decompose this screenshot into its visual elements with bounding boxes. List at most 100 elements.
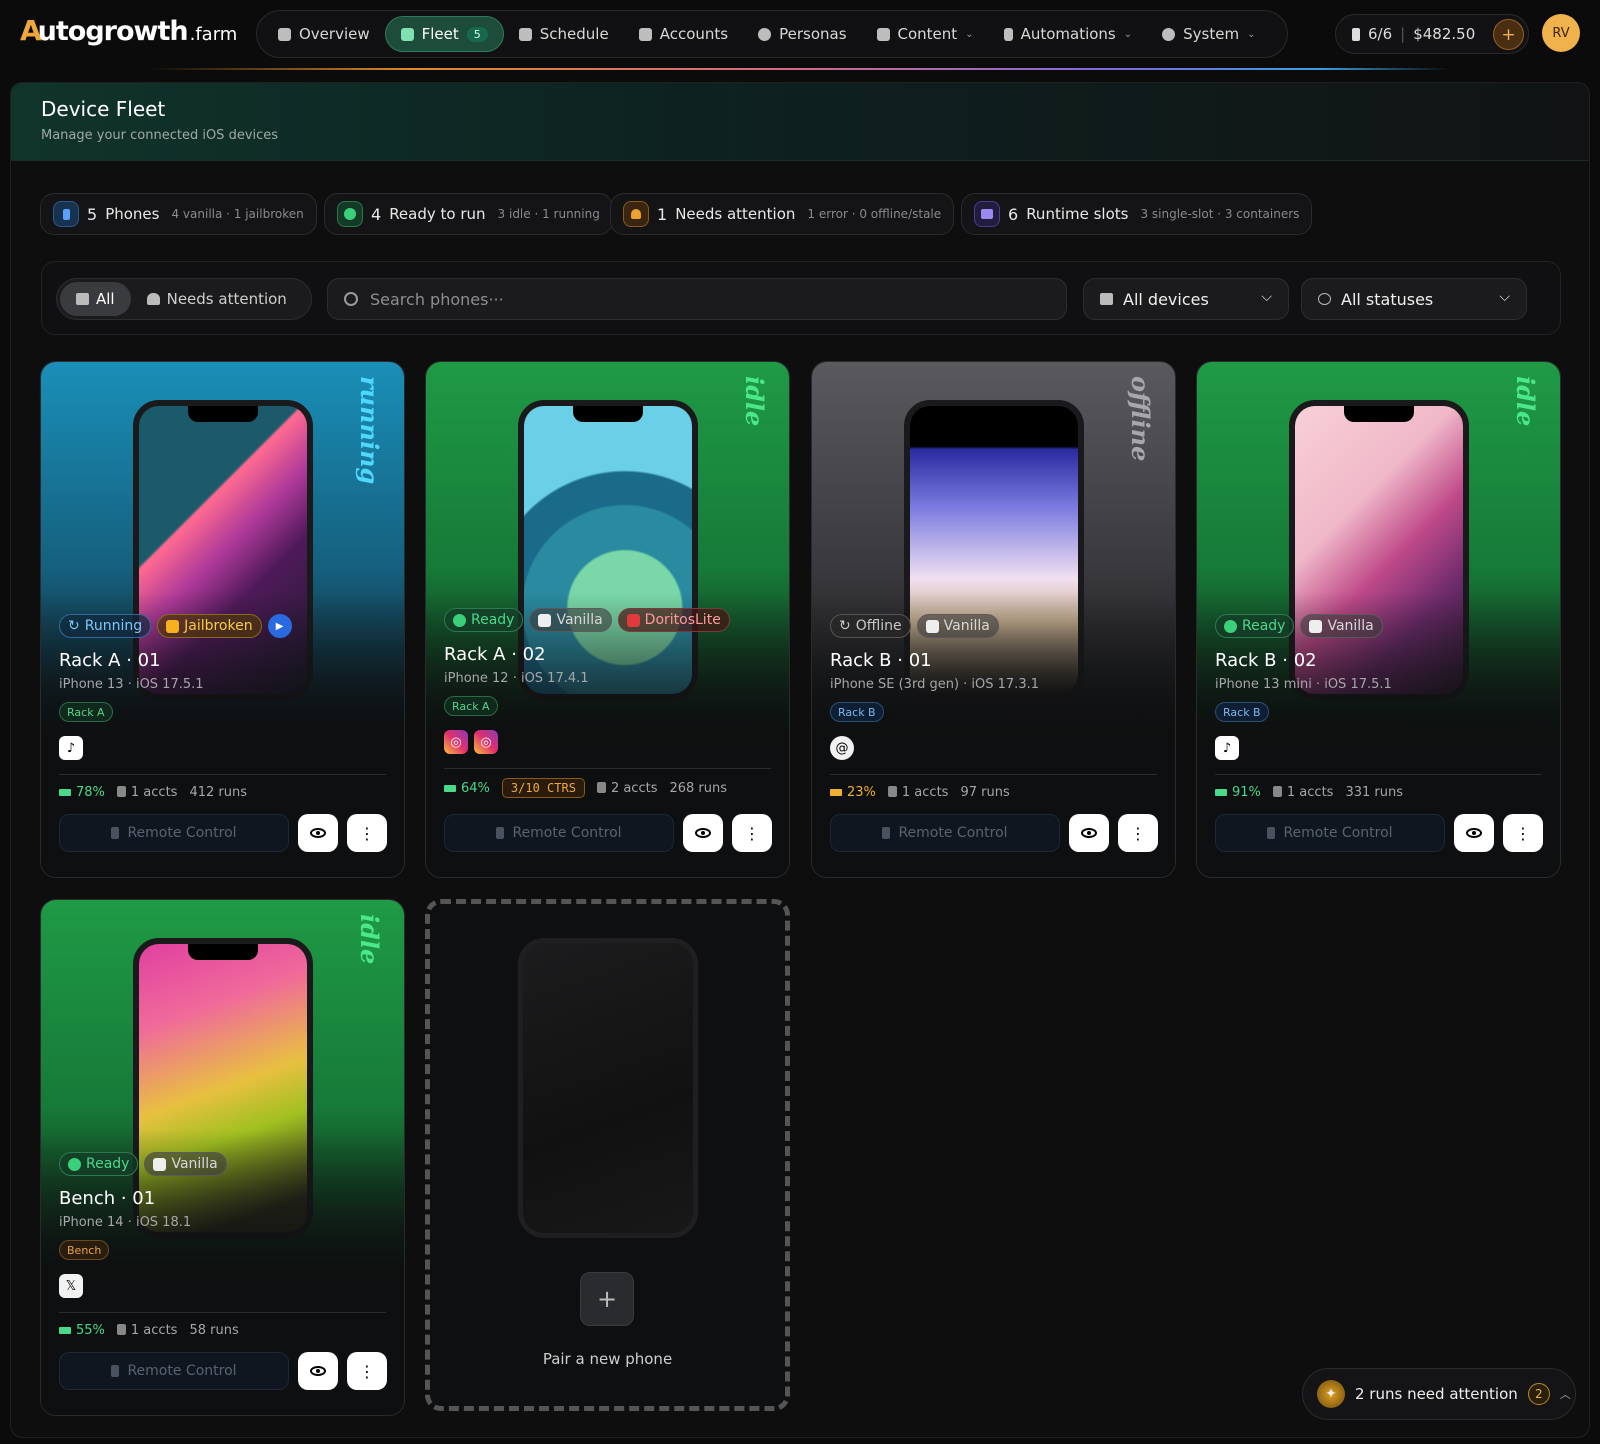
device-metrics: 64% 3/10 CTRS 2 accts 268 runs — [444, 778, 727, 798]
device-card[interactable]: idle Ready Vanilla Bench · 01 iPhone 14 … — [40, 899, 405, 1416]
remote-control-button[interactable]: Remote Control — [444, 814, 674, 852]
person-icon — [758, 27, 772, 41]
chevron-down-icon: ⌄ — [1247, 28, 1256, 40]
accounts-count: 1 accts — [116, 785, 177, 800]
device-card[interactable]: idle Ready Vanilla Rack B · 02 iPhone 13… — [1196, 361, 1561, 878]
divider: | — [1400, 25, 1406, 43]
calendar-icon — [518, 27, 532, 41]
filter-label: All — [96, 290, 115, 308]
stat-attention[interactable]: 1 Needs attention 1 error · 0 offline/st… — [610, 193, 955, 235]
device-card[interactable]: offline ↻ Offline Vanilla Rack B · 01 iPh… — [811, 361, 1176, 878]
nav-label: Automations — [1020, 25, 1116, 43]
more-options-button[interactable]: ⋮ — [1503, 814, 1543, 852]
stat-ready[interactable]: 4 Ready to run 3 idle · 1 running — [324, 193, 613, 235]
device-name: Rack B · 02 — [1215, 650, 1317, 671]
refresh-icon: ↻ — [68, 618, 80, 634]
add-icon[interactable]: + — [580, 1272, 634, 1326]
search-input[interactable]: Search phones··· — [327, 278, 1067, 320]
status-filter-select[interactable]: All statuses ⌵ — [1301, 278, 1527, 320]
vanilla-chip: Vanilla — [144, 1152, 227, 1176]
remote-control-button[interactable]: Remote Control — [59, 814, 289, 852]
stat-value: 1 — [657, 204, 668, 224]
offline-chip: ↻ Offline — [830, 614, 911, 638]
stat-phones[interactable]: 5 Phones 4 vanilla · 1 jailbroken — [40, 193, 317, 235]
threads-icon: @ — [830, 736, 854, 760]
ready-chip: Ready — [1215, 614, 1295, 638]
page-title: Device Fleet — [41, 97, 166, 121]
remote-control-button[interactable]: Remote Control — [59, 1352, 289, 1390]
nav-personas[interactable]: Personas — [743, 16, 861, 52]
nav-schedule[interactable]: Schedule — [504, 16, 624, 52]
play-icon[interactable]: ▶ — [267, 614, 292, 638]
remote-control-button[interactable]: Remote Control — [830, 814, 1060, 852]
chevron-up-icon[interactable]: ︿ — [1560, 1386, 1571, 1402]
device-card[interactable]: idle Ready Vanilla DoritosLite Rack A · … — [425, 361, 790, 878]
view-button[interactable] — [298, 814, 338, 852]
device-filter-select[interactable]: All devices ⌵ — [1083, 278, 1289, 320]
phone-icon — [53, 201, 79, 227]
chip-label: Running — [84, 618, 143, 634]
bell-icon — [146, 293, 160, 305]
chevron-down-icon: ⌵ — [1261, 289, 1272, 305]
phone-icon — [882, 827, 891, 839]
divider — [1215, 774, 1542, 775]
nav-system[interactable]: System ⌄ — [1147, 16, 1270, 52]
stat-runtime[interactable]: 6 Runtime slots 3 single-slot · 3 contai… — [961, 193, 1313, 235]
check-circle-icon — [337, 201, 363, 227]
attention-toast[interactable]: ✦ 2 runs need attention 2 ︿ — [1302, 1368, 1576, 1420]
status-chips: ↻ Offline Vanilla — [830, 614, 999, 638]
credits-pill[interactable]: 6/6 | $482.50 + — [1335, 14, 1529, 54]
filter-attention-button[interactable]: Needs attention — [131, 282, 303, 316]
bolt-icon — [1003, 27, 1013, 41]
view-button[interactable] — [1069, 814, 1109, 852]
chip-label: Offline — [855, 618, 902, 634]
device-card[interactable]: running ↻ Running Jailbroken ▶ Rack A · 0… — [40, 361, 405, 878]
check-circle-icon — [453, 613, 466, 627]
more-options-button[interactable]: ⋮ — [347, 1352, 387, 1390]
pair-new-phone-card[interactable]: + Pair a new phone — [425, 899, 790, 1411]
view-button[interactable] — [683, 814, 723, 852]
more-vertical-icon: ⋮ — [1130, 823, 1146, 843]
more-options-button[interactable]: ⋮ — [347, 814, 387, 852]
chip-label: Ready — [471, 612, 515, 628]
remote-control-button[interactable]: Remote Control — [1215, 814, 1445, 852]
battery-level: 23% — [830, 785, 876, 800]
account-icon — [1272, 786, 1282, 797]
more-vertical-icon: ⋮ — [744, 823, 760, 843]
stat-value: 5 — [87, 204, 98, 224]
status-chips: ↻ Running Jailbroken ▶ — [59, 614, 292, 638]
nav-fleet[interactable]: Fleet 5 — [384, 16, 504, 52]
accounts-value: 1 accts — [130, 1323, 178, 1338]
more-options-button[interactable]: ⋮ — [732, 814, 772, 852]
check-circle-icon — [68, 1157, 81, 1171]
app-logo[interactable]: A utogrowth .farm — [20, 14, 237, 47]
status-word: running — [355, 376, 384, 485]
battery-value: 23% — [847, 785, 876, 800]
more-options-button[interactable]: ⋮ — [1118, 814, 1158, 852]
button-label: Remote Control — [1283, 825, 1393, 841]
user-avatar[interactable]: RV — [1542, 14, 1580, 52]
view-button[interactable] — [298, 1352, 338, 1390]
device-metrics: 91% 1 accts 331 runs — [1215, 785, 1403, 800]
chip-label: Jailbroken — [184, 618, 253, 634]
view-button[interactable] — [1454, 814, 1494, 852]
grid-icon — [278, 27, 291, 41]
check-circle-icon — [1224, 619, 1237, 633]
button-label: Remote Control — [127, 1363, 237, 1379]
accounts-count: 2 accts — [596, 781, 657, 796]
eye-icon — [1081, 828, 1097, 838]
nav-overview[interactable]: Overview — [263, 16, 385, 52]
filter-all-button[interactable]: All — [60, 282, 131, 316]
toast-text: 2 runs need attention — [1355, 1385, 1518, 1403]
nav-accounts[interactable]: Accounts — [624, 16, 743, 52]
add-credits-button[interactable]: + — [1493, 19, 1524, 50]
eye-icon — [310, 1366, 326, 1376]
nav-content[interactable]: Content ⌄ — [862, 16, 989, 52]
nav-automations[interactable]: Automations ⌄ — [989, 16, 1148, 52]
glow-divider — [150, 68, 1450, 70]
battery-level: 91% — [1215, 785, 1261, 800]
accounts-count: 1 accts — [887, 785, 948, 800]
ready-chip: Ready — [59, 1152, 139, 1176]
stat-label: Ready to run — [389, 205, 486, 223]
ios-icon — [1309, 619, 1323, 633]
